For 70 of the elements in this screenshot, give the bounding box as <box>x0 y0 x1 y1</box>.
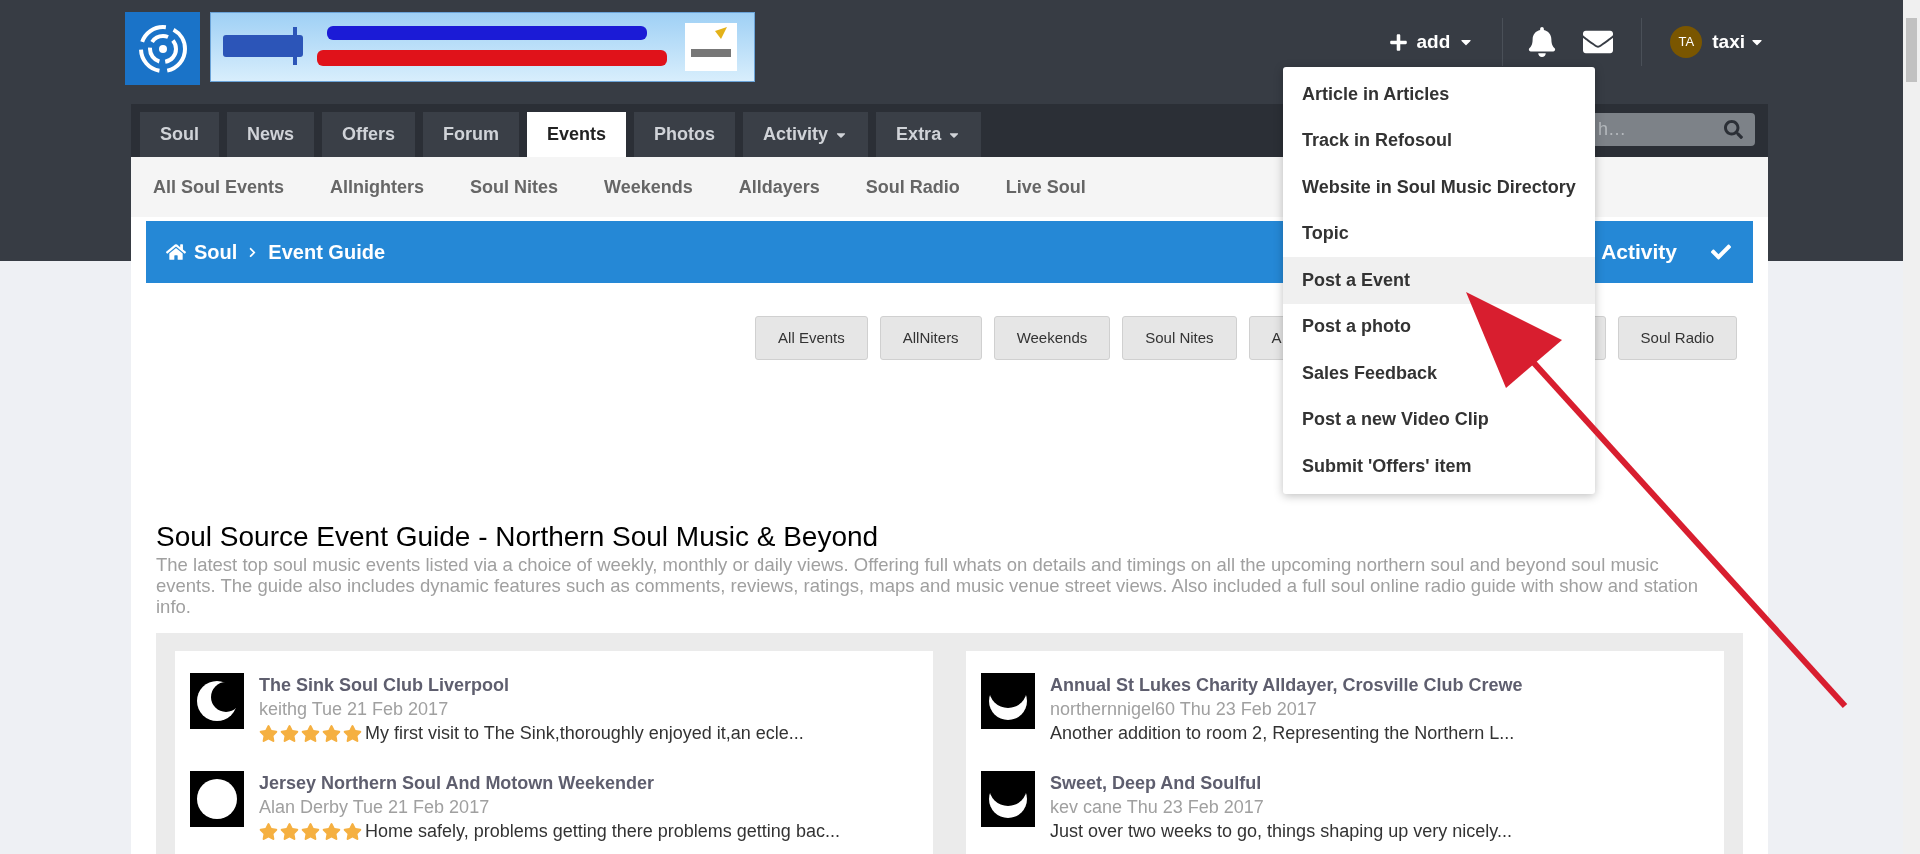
banner-drawing[interactable] <box>210 12 755 82</box>
site-logo[interactable] <box>125 12 200 85</box>
star-icon <box>280 723 299 743</box>
event-title-link[interactable]: Sweet, Deep And Soulful <box>1050 771 1512 795</box>
plus-icon <box>1389 32 1409 52</box>
subnav-link[interactable]: Soul Nites <box>470 173 559 201</box>
filter-button[interactable]: Soul Nites <box>1122 316 1237 360</box>
user-menu-button[interactable]: TA taxi <box>1642 26 1765 58</box>
event-meta: kev cane Thu 23 Feb 2017 <box>1050 796 1265 819</box>
breadcrumb-link[interactable]: Event Guide <box>268 237 386 267</box>
filter-button[interactable]: AllNiters <box>879 316 982 360</box>
star-icon <box>322 821 341 841</box>
check-icon <box>1711 242 1731 262</box>
event-title-link[interactable]: Annual St Lukes Charity Alldayer, Crosville Club Crewe <box>1050 673 1523 697</box>
user-avatar: TA <box>1670 26 1703 58</box>
bell-icon <box>1527 27 1558 57</box>
nav-tab[interactable]: Photos <box>634 112 736 157</box>
avatar-icon <box>981 771 1035 827</box>
subnav-link[interactable]: Soul Radio <box>865 173 960 201</box>
menu-item[interactable]: Post a photo <box>1283 303 1595 350</box>
star-icon <box>301 723 320 743</box>
search-icon[interactable] <box>1724 120 1743 139</box>
star-icon <box>322 723 341 743</box>
star-icon <box>259 723 278 743</box>
breadcrumb-link[interactable]: Soul <box>194 237 238 267</box>
event-title-link[interactable]: Jersey Northern Soul And Motown Weekender <box>259 771 840 795</box>
menu-item[interactable]: Website in Soul Music Directory <box>1283 164 1595 211</box>
add-button[interactable]: add <box>1389 27 1503 57</box>
event-excerpt: Another addition to room 2, Representing the Northern L... <box>1050 722 1515 745</box>
avatar-icon <box>190 673 244 729</box>
avatar-icon <box>190 771 244 827</box>
event-excerpt: Home safely, problems getting there problems getting bac... <box>365 820 840 843</box>
event-excerpt: Just over two weeks to go, things shaping up very nicely... <box>1050 820 1512 843</box>
avatar-icon <box>981 673 1035 729</box>
filter-button[interactable]: All Events <box>755 316 868 360</box>
menu-item[interactable]: Post a Event <box>1283 257 1595 304</box>
nav-tab[interactable]: Activity <box>743 112 869 157</box>
star-icon <box>259 821 278 841</box>
event-meta: northernnigel60 Thu 23 Feb 2017 <box>1050 698 1318 721</box>
subnav-link[interactable]: Alldayers <box>738 173 820 201</box>
scrollbar[interactable] <box>1903 0 1920 854</box>
filter-button[interactable]: Weekends <box>993 316 1111 360</box>
intro-paragraph: The latest top soul music events listed via a choice of weekly, monthly or daily views. Offering full whats on details and timings on all the upcoming northern soul and beyond soul music events. The guide also includes dynamic features such as comments, reviews, ratings, maps and music venue street views. Also included a full soul online radio guide with show and station info. <box>156 554 1700 617</box>
nav-tab[interactable]: Events <box>527 112 627 157</box>
subnav-link[interactable]: All Soul Events <box>153 173 285 201</box>
home-icon <box>166 242 186 262</box>
activity-button[interactable]: Activity <box>1601 236 1677 268</box>
event-title-link[interactable]: The Sink Soul Club Liverpool <box>259 673 804 697</box>
star-icon <box>280 821 299 841</box>
nav-tab[interactable]: News <box>227 112 315 157</box>
subnav-link[interactable]: Allnighters <box>330 173 425 201</box>
filter-button[interactable]: Soul Radio <box>1617 316 1737 360</box>
nav-tab[interactable]: Forum <box>423 112 520 157</box>
star-icon <box>301 821 320 841</box>
event-meta: Alan Derby Tue 21 Feb 2017 <box>259 796 491 819</box>
menu-item[interactable]: Submit 'Offers' item <box>1283 443 1595 490</box>
nav-tab[interactable]: Soul <box>140 112 219 157</box>
event-excerpt: My first visit to The Sink,thoroughly enjoyed it,an ecle... <box>365 722 804 745</box>
event-meta: keithg Tue 21 Feb 2017 <box>259 698 450 721</box>
page-heading: Soul Source Event Guide - Northern Soul Music & Beyond <box>156 520 880 554</box>
subnav-link[interactable]: Live Soul <box>1005 173 1086 201</box>
logo-icon <box>136 22 189 75</box>
subnav-link[interactable]: Weekends <box>604 173 693 201</box>
star-icon <box>343 821 362 841</box>
menu-item[interactable]: Sales Feedback <box>1283 350 1595 397</box>
menu-item[interactable]: Topic <box>1283 210 1595 257</box>
menu-item[interactable]: Post a new Video Clip <box>1283 396 1595 443</box>
nav-tab[interactable]: Offers <box>322 112 416 157</box>
star-icon <box>343 723 362 743</box>
nav-tab[interactable]: Extra <box>876 112 982 157</box>
